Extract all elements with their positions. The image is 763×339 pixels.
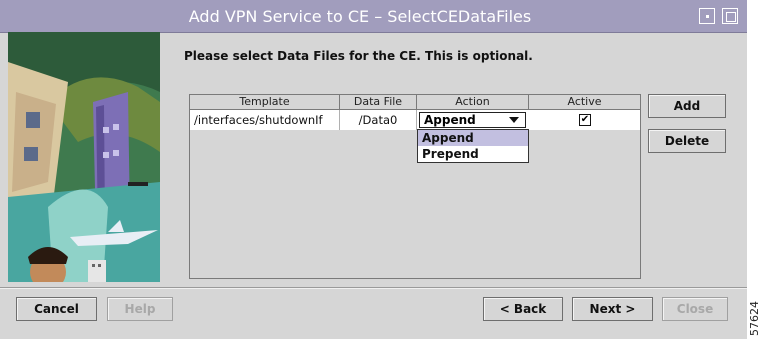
back-button[interactable]: < Back [483,297,563,321]
cell-data-file[interactable]: /Data0 [340,110,417,130]
action-combobox[interactable]: Append [419,112,526,128]
column-header-active[interactable]: Active [529,95,640,109]
column-header-template[interactable]: Template [190,95,340,109]
add-button[interactable]: Add [648,94,726,118]
wizard-side-illustration [8,32,160,282]
action-selected-value: Append [424,113,476,127]
close-button[interactable]: Close [662,297,728,321]
illustration-art [8,32,160,282]
chevron-down-icon[interactable] [509,117,519,123]
delete-button[interactable]: Delete [648,129,726,153]
data-files-table: Template Data File Action Active /interf… [189,94,641,279]
cell-template[interactable]: /interfaces/shutdownIf [190,110,340,130]
title-bar[interactable]: Add VPN Service to CE – SelectCEDataFile… [0,0,747,33]
help-button[interactable]: Help [107,297,173,321]
action-dropdown-list: Append Prepend [417,129,529,163]
window-title: Add VPN Service to CE – SelectCEDataFile… [188,7,532,26]
maximize-icon[interactable] [722,8,738,24]
figure-number: 57624 [748,301,761,336]
column-header-data-file[interactable]: Data File [340,95,417,109]
wizard-window: Add VPN Service to CE – SelectCEDataFile… [0,0,747,339]
table-row[interactable]: /interfaces/shutdownIf /Data0 Append ✔ [190,110,640,130]
instruction-text: Please select Data Files for the CE. Thi… [184,49,533,63]
minimize-icon[interactable] [699,8,715,24]
footer-divider [0,287,747,289]
dropdown-option-append[interactable]: Append [418,130,528,146]
column-header-action[interactable]: Action [417,95,529,109]
table-header: Template Data File Action Active [190,95,640,110]
next-button[interactable]: Next > [572,297,653,321]
dropdown-option-prepend[interactable]: Prepend [418,146,528,162]
cancel-button[interactable]: Cancel [16,297,97,321]
figure-number-label: 57624 [747,300,763,336]
active-checkbox[interactable]: ✔ [579,114,591,126]
